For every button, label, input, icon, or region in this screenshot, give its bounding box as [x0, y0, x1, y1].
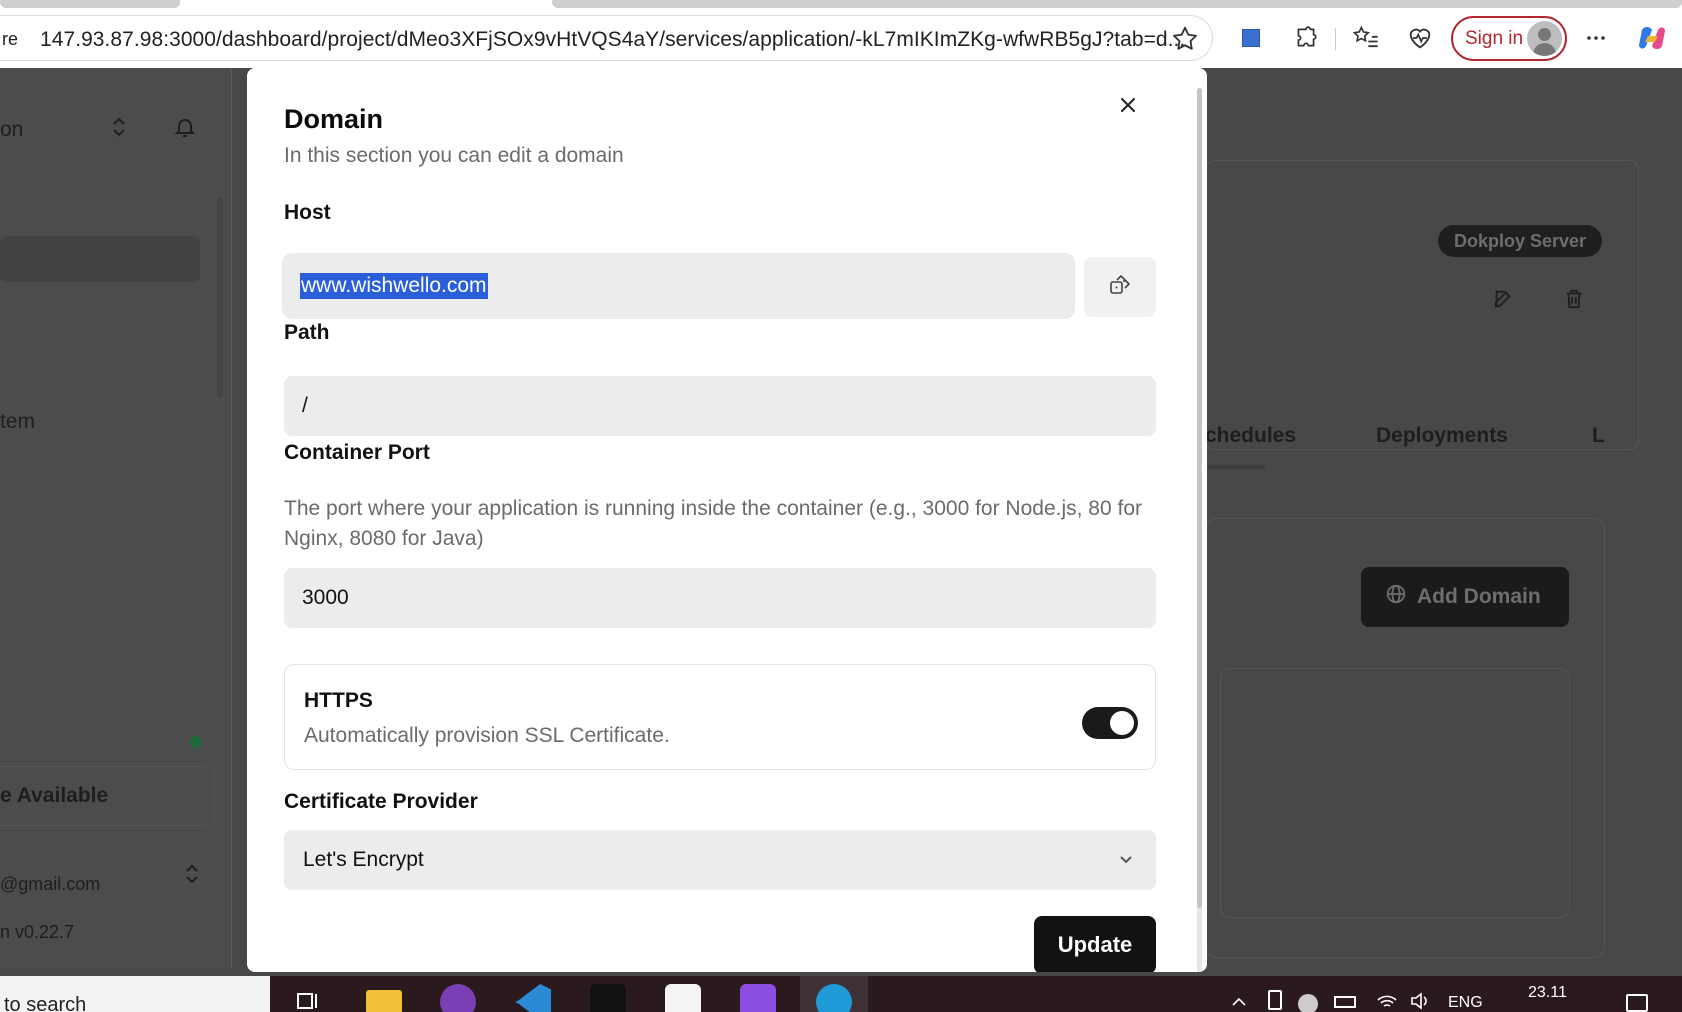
- extension-square-icon[interactable]: [1235, 22, 1267, 54]
- tab-right[interactable]: [552, 0, 1682, 8]
- host-label: Host: [284, 201, 331, 224]
- sort-chevrons-icon[interactable]: [110, 115, 128, 144]
- container-port-label: Container Port: [284, 441, 430, 464]
- tab-strip: [0, 0, 1682, 8]
- taskbar-search[interactable]: to search: [0, 976, 270, 1012]
- browser-essentials-heart-icon[interactable]: [1404, 22, 1436, 54]
- more-menu-icon[interactable]: [1580, 22, 1612, 54]
- background-sidebar: on tem e Available @gmail.com n v0.22.7: [0, 68, 232, 968]
- address-bar[interactable]: re 147.93.87.98:3000/dashboard/project/d…: [0, 15, 1213, 61]
- sidebar-update-available: e Available: [0, 784, 109, 807]
- profile-avatar-icon: [1527, 21, 1562, 56]
- terminal-app-icon[interactable]: [590, 984, 626, 1012]
- sidebar-user-email: @gmail.com: [0, 874, 101, 894]
- toolbar-separator: [1335, 28, 1336, 50]
- tray-language[interactable]: ENG: [1448, 994, 1483, 1012]
- vscode-icon[interactable]: [515, 984, 551, 1012]
- dialog-description: In this section you can edit a domain: [284, 144, 624, 167]
- edge-browser-icon[interactable]: [816, 984, 852, 1012]
- task-view-icon[interactable]: [296, 988, 322, 1012]
- globe-icon: [1385, 583, 1407, 611]
- dialog-title: Domain: [284, 104, 384, 134]
- file-explorer-icon[interactable]: [366, 990, 402, 1012]
- copilot-icon[interactable]: [1636, 22, 1668, 54]
- tab-schedules[interactable]: chedules: [1205, 424, 1296, 448]
- sidebar-version: n v0.22.7: [0, 922, 75, 942]
- tray-wifi-icon[interactable]: [1376, 992, 1398, 1012]
- tray-device-icon[interactable]: [1268, 990, 1282, 1010]
- github-desktop-icon[interactable]: [440, 984, 476, 1012]
- toggle-knob: [1110, 711, 1134, 735]
- sidebar-scrollbar[interactable]: [217, 198, 223, 398]
- ai-assistant-app-icon[interactable]: [740, 984, 776, 1012]
- wordweb-app-icon[interactable]: [665, 984, 701, 1012]
- status-dot: [190, 736, 202, 748]
- favorites-list-icon[interactable]: [1350, 22, 1382, 54]
- sidebar-active-item[interactable]: [0, 236, 200, 282]
- https-toggle[interactable]: [1082, 707, 1138, 739]
- add-domain-button[interactable]: Add Domain: [1361, 567, 1569, 627]
- container-port-input[interactable]: 3000: [284, 568, 1156, 628]
- https-description: Automatically provision SSL Certificate.: [304, 724, 670, 747]
- taskbar: to search ENG 23.11: [0, 976, 1682, 1012]
- close-icon: [1118, 95, 1138, 120]
- tray-chevron-up-icon[interactable]: [1230, 994, 1248, 1012]
- tab-left[interactable]: [0, 0, 180, 8]
- generate-domain-button[interactable]: [1084, 257, 1156, 317]
- dice-icon: [1108, 273, 1132, 302]
- container-port-help: The port where your application is runni…: [284, 497, 1142, 550]
- notification-icon[interactable]: [1626, 994, 1648, 1012]
- container-port-value: 3000: [302, 586, 349, 609]
- favorite-star-icon[interactable]: [1170, 24, 1200, 54]
- dialog-scrollbar[interactable]: [1197, 88, 1202, 908]
- host-input[interactable]: www.wishwello.com: [282, 253, 1075, 319]
- sign-in-label: Sign in: [1465, 27, 1524, 49]
- account-chevrons-icon[interactable]: [183, 862, 201, 891]
- extensions-puzzle-icon[interactable]: [1290, 22, 1322, 54]
- sidebar-fragment-system: tem: [0, 410, 36, 433]
- bell-icon[interactable]: [173, 115, 197, 144]
- domain-dialog: Domain In this section you can edit a do…: [247, 68, 1207, 972]
- browser-toolbar: re 147.93.87.98:3000/dashboard/project/d…: [0, 8, 1682, 68]
- path-input[interactable]: /: [284, 376, 1156, 436]
- trash-icon[interactable]: [1563, 288, 1585, 315]
- tray-security-icon[interactable]: [1298, 994, 1318, 1012]
- https-card: HTTPS Automatically provision SSL Certif…: [284, 664, 1156, 770]
- address-url[interactable]: 147.93.87.98:3000/dashboard/project/dMeo…: [40, 28, 1185, 52]
- active-tab-underline: [1205, 465, 1265, 469]
- sign-in-button[interactable]: Sign in: [1451, 16, 1567, 61]
- certificate-provider-select[interactable]: Let's Encrypt: [284, 830, 1156, 890]
- tab-logs[interactable]: L: [1592, 424, 1605, 448]
- path-value: /: [302, 394, 308, 417]
- https-title: HTTPS: [304, 689, 373, 712]
- add-domain-label: Add Domain: [1417, 585, 1541, 608]
- address-prefix: re: [2, 29, 19, 49]
- tab-deployments[interactable]: Deployments: [1376, 424, 1508, 448]
- sidebar-fragment-project: on: [0, 118, 24, 141]
- path-label: Path: [284, 321, 330, 344]
- chevron-down-icon: [1116, 850, 1136, 876]
- host-value: www.wishwello.com: [300, 273, 488, 299]
- close-button[interactable]: [1113, 92, 1143, 122]
- update-button[interactable]: Update: [1034, 916, 1156, 972]
- domain-list-card: [1220, 668, 1570, 918]
- edit-icon[interactable]: [1492, 288, 1514, 315]
- tray-volume-icon[interactable]: [1410, 992, 1432, 1012]
- tray-battery-icon[interactable]: [1334, 996, 1356, 1008]
- server-badge: Dokploy Server: [1438, 225, 1603, 257]
- tray-clock[interactable]: 23.11: [1528, 984, 1567, 1002]
- certificate-provider-value: Let's Encrypt: [303, 848, 424, 871]
- certificate-provider-label: Certificate Provider: [284, 790, 478, 813]
- taskbar-search-text: to search: [4, 994, 87, 1012]
